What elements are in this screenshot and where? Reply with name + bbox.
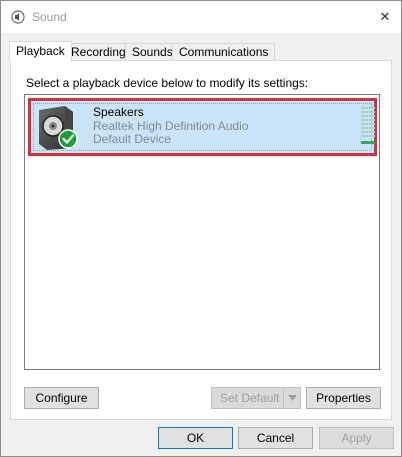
playback-panel: Select a playback device below to modify…: [10, 60, 392, 420]
configure-button[interactable]: Configure: [24, 387, 99, 409]
ok-button[interactable]: OK: [158, 427, 233, 449]
title-bar: Sound ✕: [1, 1, 401, 33]
tab-playback[interactable]: Playback: [9, 41, 72, 62]
close-icon: ✕: [379, 9, 391, 24]
apply-button[interactable]: Apply: [319, 427, 394, 449]
chevron-down-icon[interactable]: [283, 388, 300, 408]
cancel-button[interactable]: Cancel: [238, 427, 313, 449]
level-bar: [361, 119, 375, 121]
device-description: Realtek High Definition Audio: [93, 119, 249, 133]
level-meter: [361, 107, 375, 145]
level-bar: [361, 115, 375, 117]
set-default-label: Set Default: [220, 391, 280, 405]
device-list[interactable]: Speakers Realtek High Definition Audio D…: [24, 94, 380, 370]
level-bar: [361, 107, 375, 109]
device-name: Speakers: [93, 105, 144, 119]
instruction-text: Select a playback device below to modify…: [26, 76, 309, 90]
level-bar: [361, 111, 375, 113]
properties-button[interactable]: Properties: [306, 387, 381, 409]
speaker-icon: [39, 106, 78, 150]
level-bar-active: [361, 141, 375, 144]
level-bar: [361, 127, 375, 129]
check-badge-icon: [58, 129, 78, 149]
sound-app-icon: [11, 10, 25, 24]
level-bar: [361, 123, 375, 125]
window-title: Sound: [32, 10, 67, 24]
sound-dialog: Sound ✕ Playback Recording Sounds Commun…: [0, 0, 402, 457]
close-button[interactable]: ✕: [371, 3, 399, 31]
device-status: Default Device: [93, 132, 172, 146]
level-bar: [361, 131, 375, 133]
level-bar: [361, 135, 375, 137]
tab-recording[interactable]: Recording: [64, 43, 133, 60]
tab-communications[interactable]: Communications: [172, 43, 276, 60]
tab-strip: Playback Recording Sounds Communications: [1, 41, 401, 62]
set-default-button[interactable]: Set Default: [211, 387, 301, 409]
device-item-speakers[interactable]: Speakers Realtek High Definition Audio D…: [28, 98, 377, 156]
